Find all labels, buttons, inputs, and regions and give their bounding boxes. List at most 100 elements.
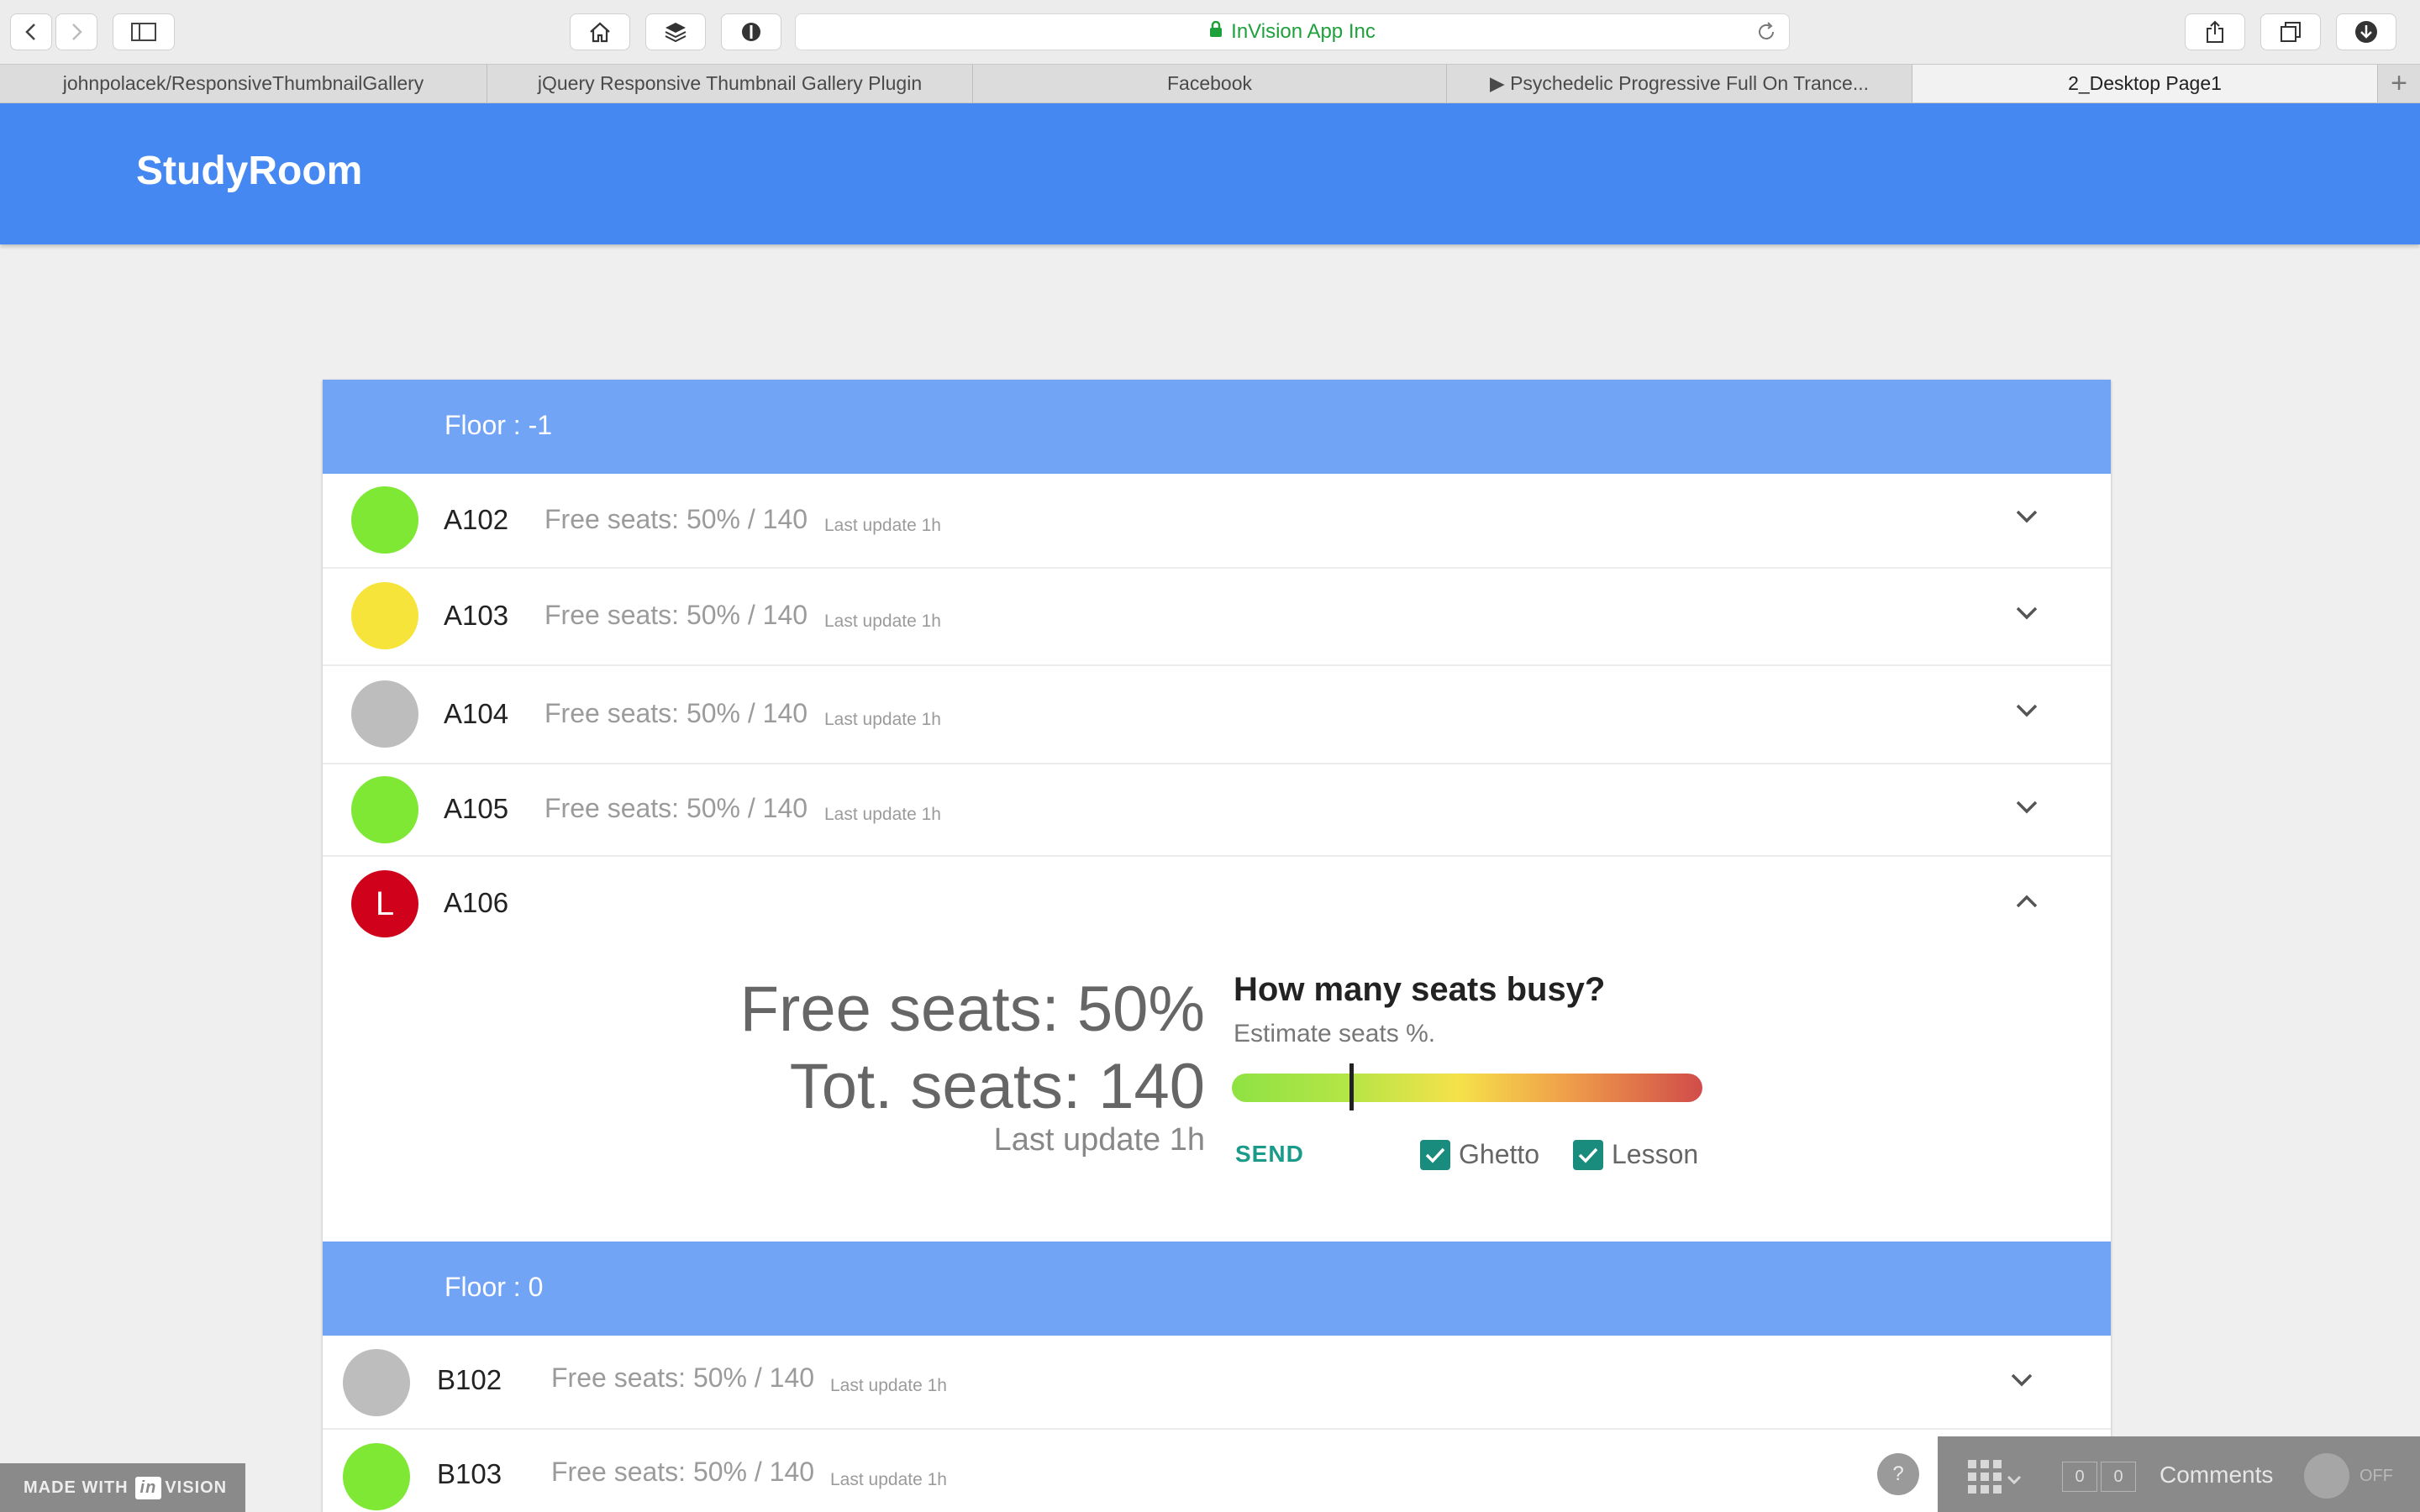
room-row-a102[interactable]: A102 Free seats: 50% / 140 Last update 1… xyxy=(323,474,2111,569)
checkbox-checked-icon xyxy=(1573,1139,1603,1170)
room-name: B102 xyxy=(437,1364,502,1395)
toggle-knob xyxy=(2304,1453,2349,1499)
seats-busy-slider[interactable] xyxy=(1232,1074,1702,1102)
room-row-a103[interactable]: A103 Free seats: 50% / 140 Last update 1… xyxy=(323,569,2111,666)
floor-header: Floor : -1 xyxy=(323,380,2111,474)
last-update-text: Last update 1h xyxy=(824,612,941,631)
room-name: A104 xyxy=(444,698,509,729)
room-row-b102[interactable]: B102 Free seats: 50% / 140 Last update 1… xyxy=(323,1336,2111,1430)
grid-menu-icon[interactable] xyxy=(1968,1460,2027,1494)
comments-toggle[interactable]: OFF xyxy=(2304,1453,2405,1499)
send-button[interactable]: SEND xyxy=(1235,1141,1304,1168)
downloads-button[interactable] xyxy=(2336,13,2396,50)
expanded-last-update: Last update 1h xyxy=(993,1122,1205,1158)
chevron-down-icon[interactable] xyxy=(2015,800,2039,815)
checkbox-label: Lesson xyxy=(1612,1139,1699,1169)
checkbox-label: Ghetto xyxy=(1459,1139,1540,1169)
lock-icon xyxy=(1209,20,1223,44)
chevron-right-icon xyxy=(72,24,82,40)
shield-icon xyxy=(742,23,760,41)
browser-toolbar: InVision App Inc xyxy=(0,0,2420,64)
plus-icon: + xyxy=(2391,67,2407,99)
status-dot xyxy=(351,776,418,843)
room-name: B103 xyxy=(437,1458,502,1489)
last-update-text: Last update 1h xyxy=(824,516,941,535)
chevron-down-icon[interactable] xyxy=(2010,1373,2033,1388)
status-dot xyxy=(343,1443,410,1510)
floor-header: Floor : 0 xyxy=(323,1242,2111,1336)
reload-icon[interactable] xyxy=(1755,21,1777,49)
free-seats-text: Free seats: 50% / 140 xyxy=(544,698,808,728)
chevron-down-icon[interactable] xyxy=(2015,703,2039,718)
room-row-a104[interactable]: A104 Free seats: 50% / 140 Last update 1… xyxy=(323,666,2111,764)
comment-count-b: 0 xyxy=(2101,1462,2136,1492)
tab-trance-video[interactable]: ▶ Psychedelic Progressive Full On Trance… xyxy=(1447,65,1912,102)
status-dot xyxy=(351,582,418,649)
status-dot xyxy=(351,680,418,748)
layers-button[interactable] xyxy=(645,13,706,50)
chevron-left-icon xyxy=(25,24,35,40)
tab-responsive-gallery[interactable]: johnpolacek/ResponsiveThumbnailGallery xyxy=(0,65,487,102)
comments-label[interactable]: Comments xyxy=(2160,1462,2273,1488)
share-icon xyxy=(2207,20,2223,43)
invision-logo-text: VISION xyxy=(165,1478,228,1497)
room-row-b103[interactable]: B103 Free seats: 50% / 140 Last update 1… xyxy=(323,1430,2111,1512)
app-header: StudyRoom xyxy=(0,103,2420,244)
seats-question: How many seats busy? xyxy=(1234,971,1606,1008)
home-icon xyxy=(590,22,610,43)
chevron-down-icon[interactable] xyxy=(2015,606,2039,621)
last-update-text: Last update 1h xyxy=(824,710,941,729)
tab-facebook[interactable]: Facebook xyxy=(973,65,1447,102)
room-name: A105 xyxy=(444,793,509,824)
expanded-free-seats: Free seats: 50% xyxy=(739,974,1205,1045)
address-bar[interactable]: InVision App Inc xyxy=(795,13,1790,50)
free-seats-text: Free seats: 50% / 140 xyxy=(544,600,808,630)
last-update-text: Last update 1h xyxy=(830,1376,947,1395)
last-update-text: Last update 1h xyxy=(830,1470,947,1489)
forward-button[interactable] xyxy=(55,13,97,50)
floor-label: Floor : -1 xyxy=(445,410,553,440)
seats-question-subtitle: Estimate seats %. xyxy=(1234,1020,1436,1047)
expanded-total-seats: Tot. seats: 140 xyxy=(789,1051,1205,1122)
back-button[interactable] xyxy=(10,13,52,50)
free-seats-text: Free seats: 50% / 140 xyxy=(551,1362,815,1393)
invision-logo: in xyxy=(134,1476,162,1499)
toggle-label: OFF xyxy=(2360,1467,2393,1485)
extension-button[interactable] xyxy=(721,13,781,50)
share-button[interactable] xyxy=(2185,13,2245,50)
help-button[interactable]: ? xyxy=(1877,1453,1919,1495)
room-name: A106 xyxy=(444,887,509,918)
tabs-overview-button[interactable] xyxy=(2260,13,2321,50)
status-dot xyxy=(351,486,418,554)
tabs-icon xyxy=(2281,22,2301,42)
chevron-up-icon[interactable] xyxy=(2015,894,2039,909)
chevron-down-icon[interactable] xyxy=(2015,509,2039,524)
room-row-a106[interactable]: L A106 xyxy=(323,857,2111,951)
floor-label: Floor : 0 xyxy=(445,1272,544,1302)
layers-icon xyxy=(665,23,687,43)
free-seats-text: Free seats: 50% / 140 xyxy=(544,504,808,534)
url-text: InVision App Inc xyxy=(1231,20,1376,43)
made-with-invision-badge[interactable]: MADE WITH in VISION xyxy=(0,1463,245,1512)
status-dot xyxy=(343,1349,410,1416)
rooms-card: Floor : -1 A102 Free seats: 50% / 140 La… xyxy=(323,380,2111,1512)
ghetto-checkbox[interactable]: Ghetto xyxy=(1420,1139,1539,1170)
new-tab-button[interactable]: + xyxy=(2378,65,2420,102)
status-badge: L xyxy=(351,870,418,937)
sidebar-icon xyxy=(131,23,156,41)
app-title: StudyRoom xyxy=(136,149,363,193)
sidebar-button[interactable] xyxy=(113,13,175,50)
last-update-text: Last update 1h xyxy=(824,805,941,824)
slider-thumb[interactable] xyxy=(1349,1063,1354,1110)
tab-jquery-gallery[interactable]: jQuery Responsive Thumbnail Gallery Plug… xyxy=(487,65,973,102)
comment-count-a: 0 xyxy=(2062,1462,2097,1492)
lesson-checkbox[interactable]: Lesson xyxy=(1573,1139,1698,1170)
home-button[interactable] xyxy=(570,13,630,50)
tab-desktop-page[interactable]: 2_Desktop Page1 xyxy=(1912,65,2378,102)
tab-bar: johnpolacek/ResponsiveThumbnailGallery j… xyxy=(0,64,2420,103)
room-name: A102 xyxy=(444,504,509,535)
checkbox-checked-icon xyxy=(1420,1139,1450,1170)
room-row-a105[interactable]: A105 Free seats: 50% / 140 Last update 1… xyxy=(323,764,2111,857)
download-icon xyxy=(2355,21,2377,43)
made-with-text: MADE WITH xyxy=(24,1478,129,1497)
